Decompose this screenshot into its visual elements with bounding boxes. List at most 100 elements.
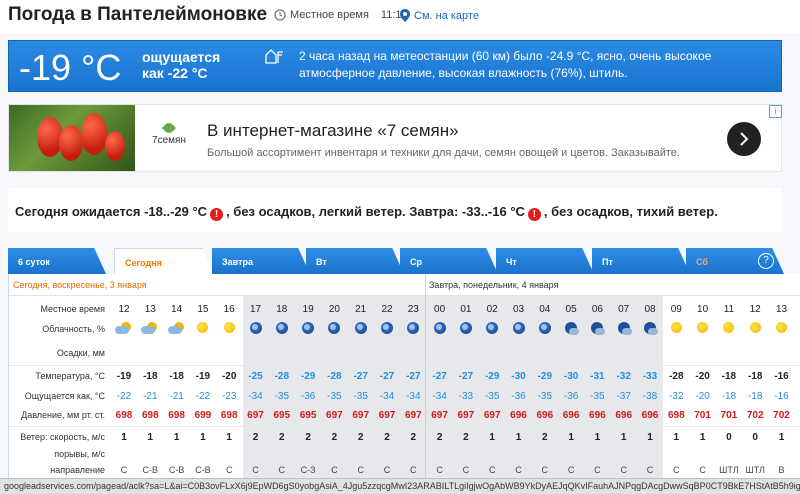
pressure-cell: 697 [326, 410, 343, 421]
weather-moon-icon [453, 322, 479, 337]
ad-subtitle: Большой ассортимент инвентаря и техники … [207, 147, 680, 159]
wind-speed-cell: 0 [726, 432, 732, 443]
pressure-cell: 698 [220, 410, 238, 421]
tab-tuesday[interactable]: Вт [306, 248, 404, 274]
warning-icon[interactable]: ! [210, 208, 224, 221]
forecast-tomorrow: , без осадков, легкий ветер. Завтра: -33… [226, 204, 525, 219]
forecast-summary: Сегодня ожидается -18..-29 °C!, без осад… [8, 188, 782, 232]
wind-direction-cell: С [673, 465, 680, 475]
hour-cell: 12 [118, 304, 130, 315]
temperature-cell: -29 [537, 371, 553, 382]
ad-next-button[interactable] [727, 122, 761, 156]
feels-like-cell: -21 [169, 391, 184, 402]
pressure-cell: 697 [404, 410, 422, 421]
pressure-cell: 698 [168, 410, 185, 421]
feels-like-cell: -16 [774, 391, 789, 402]
hour-cell: 06 [591, 304, 603, 315]
temperature-cell: -19 [195, 371, 211, 382]
feels-like-cell: -36 [511, 391, 526, 402]
wind-direction-cell: С-В [168, 465, 185, 475]
hour-cell: 00 [434, 304, 446, 315]
hour-cell: 13 [144, 304, 156, 315]
hour-cell: 01 [460, 304, 472, 315]
tab-today[interactable]: Сегодня [114, 248, 214, 274]
chevron-right-icon [740, 132, 749, 146]
wind-direction-cell: С [646, 465, 654, 475]
ad-info-icon[interactable]: i [769, 105, 782, 118]
wind-direction-cell: С-В [195, 465, 211, 475]
day-labels: Сегодня, воскресенье, 3 января Завтра, п… [9, 274, 800, 296]
feels-like-cell: -35 [353, 391, 368, 402]
feels-like-cell: -22 [195, 391, 211, 402]
row-label-precip: Осадки, мм [56, 348, 105, 358]
feels-like-cell: -34 [406, 391, 421, 402]
wind-direction-cell: С [225, 465, 233, 475]
wind-direction-cell: ШТЛ [719, 465, 739, 475]
weather-cloudy-icon [137, 322, 163, 337]
hour-cell: 17 [249, 304, 262, 315]
hour-cell: 03 [512, 304, 525, 315]
feels-like-cell: -33 [458, 391, 474, 402]
pressure-cell: 696 [641, 410, 659, 421]
wind-direction-cell: С-В [142, 465, 159, 475]
map-link[interactable]: См. на карте [400, 9, 479, 22]
hour-cell: 05 [565, 304, 577, 315]
weather-moon-icon [321, 322, 347, 337]
weather-cloudy-icon [164, 322, 190, 337]
wind-direction-cell: С [357, 465, 364, 475]
pressure-cell: 697 [247, 410, 264, 421]
wind-direction-cell: С [120, 465, 128, 475]
feels-like: ощущается как -22 °C [142, 49, 220, 81]
feels-like-cell: -34 [379, 391, 395, 402]
wind-speed-cell: 2 [331, 432, 338, 443]
tab-friday[interactable]: Пт [592, 248, 690, 274]
wind-direction-cell: С [410, 465, 417, 475]
feels-like-cell: -35 [327, 391, 342, 402]
feels-like-cell: -32 [669, 391, 684, 402]
hour-cell: 15 [197, 304, 209, 315]
warning-icon[interactable]: ! [527, 208, 541, 221]
temperature-cell: -18 [721, 371, 737, 382]
pressure-cell: 701 [694, 410, 711, 421]
row-label-wind: Ветер: скорость, м/с [20, 432, 105, 442]
tab-6-days[interactable]: 6 суток [8, 248, 106, 274]
temperature-cell: -29 [300, 371, 316, 382]
wind-speed-cell: 1 [594, 432, 601, 443]
help-icon[interactable]: ? [758, 253, 774, 269]
weather-sun-icon [663, 322, 689, 336]
wind-direction-cell: С [594, 465, 601, 475]
row-label-time: Местное время [40, 304, 105, 314]
tab-wednesday[interactable]: Ср [400, 248, 498, 274]
wind-direction-cell: С [515, 465, 522, 475]
station-observation: 2 часа назад на метеостанции (60 км) был… [299, 49, 712, 80]
wind-direction-cell: С [331, 465, 338, 475]
wind-speed-cell: 1 [200, 432, 206, 443]
tab-tomorrow[interactable]: Завтра [212, 248, 310, 274]
wind-speed-cell: 1 [778, 432, 785, 443]
hour-cell: 10 [697, 304, 709, 315]
feels-like-cell: -35 [590, 391, 605, 402]
hour-cell: 08 [644, 304, 656, 315]
wind-speed-cell: 1 [226, 432, 232, 443]
wind-speed-cell: 2 [542, 432, 548, 443]
wind-direction-cell: С [567, 465, 575, 475]
pressure-cell: 698 [141, 410, 159, 421]
pressure-cell: 698 [667, 410, 685, 421]
feels-like-line1: ощущается [142, 49, 221, 65]
ad-banner[interactable]: 7семян В интернет-магазине «7 семян» Бол… [8, 104, 782, 172]
hour-cell: 02 [486, 304, 498, 315]
weather-cloudy-icon [111, 322, 137, 337]
map-link-label[interactable]: См. на карте [414, 10, 479, 22]
wind-direction-cell: ШТЛ [745, 465, 765, 475]
wind-direction-cell: С [699, 465, 706, 475]
wind-speed-cell: 2 [305, 432, 311, 443]
temperature-cell: -20 [695, 371, 710, 382]
pressure-cell: 702 [773, 410, 790, 421]
weather-moon-icon [506, 322, 532, 337]
ad-title[interactable]: В интернет-магазине «7 семян» [207, 121, 459, 141]
pressure-cell: 696 [615, 410, 633, 421]
page-title: Погода в Пантелеймоновке [8, 4, 268, 25]
pressure-cell: 696 [510, 410, 527, 421]
wind-direction-cell: С [541, 465, 549, 475]
tab-thursday[interactable]: Чт [496, 248, 594, 274]
